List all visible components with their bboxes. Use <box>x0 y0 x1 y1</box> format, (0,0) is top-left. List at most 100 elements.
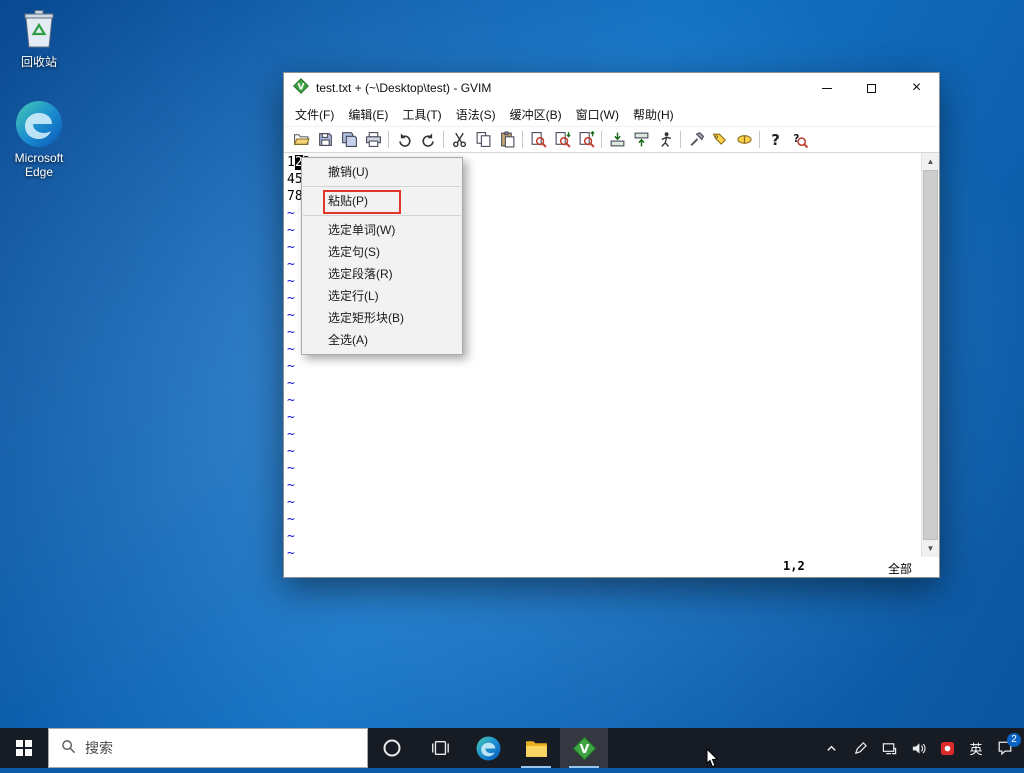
save-session-icon[interactable] <box>629 128 653 151</box>
search-placeholder: 搜索 <box>85 738 113 758</box>
toolbar-separator <box>680 131 681 148</box>
open-icon[interactable] <box>289 128 313 151</box>
cut-icon[interactable] <box>447 128 471 151</box>
ime-indicator[interactable]: 英 <box>965 733 987 763</box>
tilde-marker: ~ <box>287 392 921 409</box>
ruler: 1,2 <box>783 559 805 573</box>
taskbar-gvim-button[interactable]: V <box>560 728 608 768</box>
scrollbar[interactable]: ▲ ▼ <box>921 153 939 557</box>
paste-icon[interactable] <box>495 128 519 151</box>
replace-icon[interactable] <box>526 128 550 151</box>
folder-icon <box>524 736 549 761</box>
recycle-bin-label: 回收站 <box>0 53 78 70</box>
build-tags-icon[interactable] <box>708 128 732 151</box>
menubar-item-5[interactable]: 窗口(W) <box>569 103 626 126</box>
copy-icon[interactable] <box>471 128 495 151</box>
desktop-icon-edge[interactable]: Microsoft Edge <box>0 100 78 179</box>
maximize-button[interactable] <box>849 73 894 103</box>
start-button[interactable] <box>0 728 48 768</box>
windows-logo-icon <box>16 740 32 756</box>
run-script-icon[interactable] <box>653 128 677 151</box>
tilde-marker: ~ <box>287 477 921 494</box>
window-title: test.txt + (~\Desktop\test) - GVIM <box>316 81 491 95</box>
find-next-icon[interactable] <box>550 128 574 151</box>
tilde-marker: ~ <box>287 460 921 477</box>
menubar-item-0[interactable]: 文件(F) <box>288 103 341 126</box>
toolbar-separator <box>388 131 389 148</box>
tilde-marker: ~ <box>287 375 921 392</box>
close-button[interactable]: × <box>894 73 939 103</box>
tilde-marker: ~ <box>287 494 921 511</box>
context-menu-item-9[interactable]: 全选(A) <box>302 329 462 351</box>
tilde-marker: ~ <box>287 443 921 460</box>
taskbar-edge-button[interactable] <box>464 728 512 768</box>
network-tray-icon[interactable] <box>878 733 900 763</box>
hidden-icons-chevron-icon[interactable] <box>820 733 842 763</box>
toolbar: ?? <box>284 126 939 153</box>
context-menu-separator <box>303 186 461 187</box>
context-menu: 撤销(U) 粘贴(P) 选定单词(W)选定句(S)选定段落(R)选定行(L)选定矩形… <box>301 157 463 355</box>
system-tray: 英 2 <box>812 728 1024 768</box>
svg-text:V: V <box>298 82 305 92</box>
context-menu-item-2[interactable]: 粘贴(P) <box>302 190 462 212</box>
tilde-marker: ~ <box>287 545 921 557</box>
context-menu-item-4[interactable]: 选定单词(W) <box>302 219 462 241</box>
scroll-down-icon[interactable]: ▼ <box>922 540 939 557</box>
vim-icon: V <box>293 78 309 99</box>
gvim-taskbar-icon: V <box>572 736 597 761</box>
edge-icon <box>0 100 78 148</box>
tilde-marker: ~ <box>287 528 921 545</box>
tilde-marker: ~ <box>287 426 921 443</box>
menubar-item-1[interactable]: 编辑(E) <box>341 103 395 126</box>
tilde-marker: ~ <box>287 358 921 375</box>
edge-label: Microsoft Edge <box>0 151 78 179</box>
taskbar-search-input[interactable]: 搜索 <box>48 728 368 768</box>
red-app-tray-icon[interactable] <box>936 733 958 763</box>
desktop-icon-recycle-bin[interactable]: 回收站 <box>0 8 78 70</box>
tag-jump-icon[interactable] <box>732 128 756 151</box>
save-all-icon[interactable] <box>337 128 361 151</box>
context-menu-item-0[interactable]: 撤销(U) <box>302 161 462 183</box>
find-help-icon[interactable]: ? <box>787 128 811 151</box>
toolbar-separator <box>601 131 602 148</box>
toolbar-separator <box>522 131 523 148</box>
volume-tray-icon[interactable] <box>907 733 929 763</box>
scrollbar-thumb[interactable] <box>923 170 938 540</box>
task-view-button[interactable] <box>416 728 464 768</box>
context-menu-item-5[interactable]: 选定句(S) <box>302 241 462 263</box>
menubar-item-2[interactable]: 工具(T) <box>395 103 448 126</box>
tilde-marker: ~ <box>287 511 921 528</box>
toolbar-separator <box>443 131 444 148</box>
undo-icon[interactable] <box>392 128 416 151</box>
svg-text:?: ? <box>771 131 780 148</box>
context-menu-item-8[interactable]: 选定矩形块(B) <box>302 307 462 329</box>
context-menu-item-7[interactable]: 选定行(L) <box>302 285 462 307</box>
taskbar: 搜索 V <box>0 728 1024 768</box>
redo-icon[interactable] <box>416 128 440 151</box>
scroll-up-icon[interactable]: ▲ <box>922 153 939 170</box>
cortana-button[interactable] <box>368 728 416 768</box>
minimize-button[interactable] <box>804 73 849 103</box>
titlebar[interactable]: V test.txt + (~\Desktop\test) - GVIM × <box>284 73 939 103</box>
taskbar-file-explorer-button[interactable] <box>512 728 560 768</box>
menubar-item-3[interactable]: 语法(S) <box>449 103 503 126</box>
save-icon[interactable] <box>313 128 337 151</box>
print-icon[interactable] <box>361 128 385 151</box>
pen-tray-icon[interactable] <box>849 733 871 763</box>
search-icon <box>61 739 76 757</box>
find-prev-icon[interactable] <box>574 128 598 151</box>
context-menu-separator <box>303 215 461 216</box>
context-menu-item-6[interactable]: 选定段落(R) <box>302 263 462 285</box>
load-session-icon[interactable] <box>605 128 629 151</box>
toolbar-separator <box>759 131 760 148</box>
help-icon[interactable]: ? <box>763 128 787 151</box>
menubar-item-6[interactable]: 帮助(H) <box>626 103 681 126</box>
scroll-position: 全部 <box>888 560 912 577</box>
make-icon[interactable] <box>684 128 708 151</box>
svg-text:V: V <box>579 741 589 756</box>
tilde-marker: ~ <box>287 409 921 426</box>
menubar-item-4[interactable]: 缓冲区(B) <box>503 103 569 126</box>
status-bar: 1,2 全部 <box>284 557 939 577</box>
recycle-bin-icon <box>0 8 78 50</box>
action-center-button[interactable]: 2 <box>994 733 1016 763</box>
